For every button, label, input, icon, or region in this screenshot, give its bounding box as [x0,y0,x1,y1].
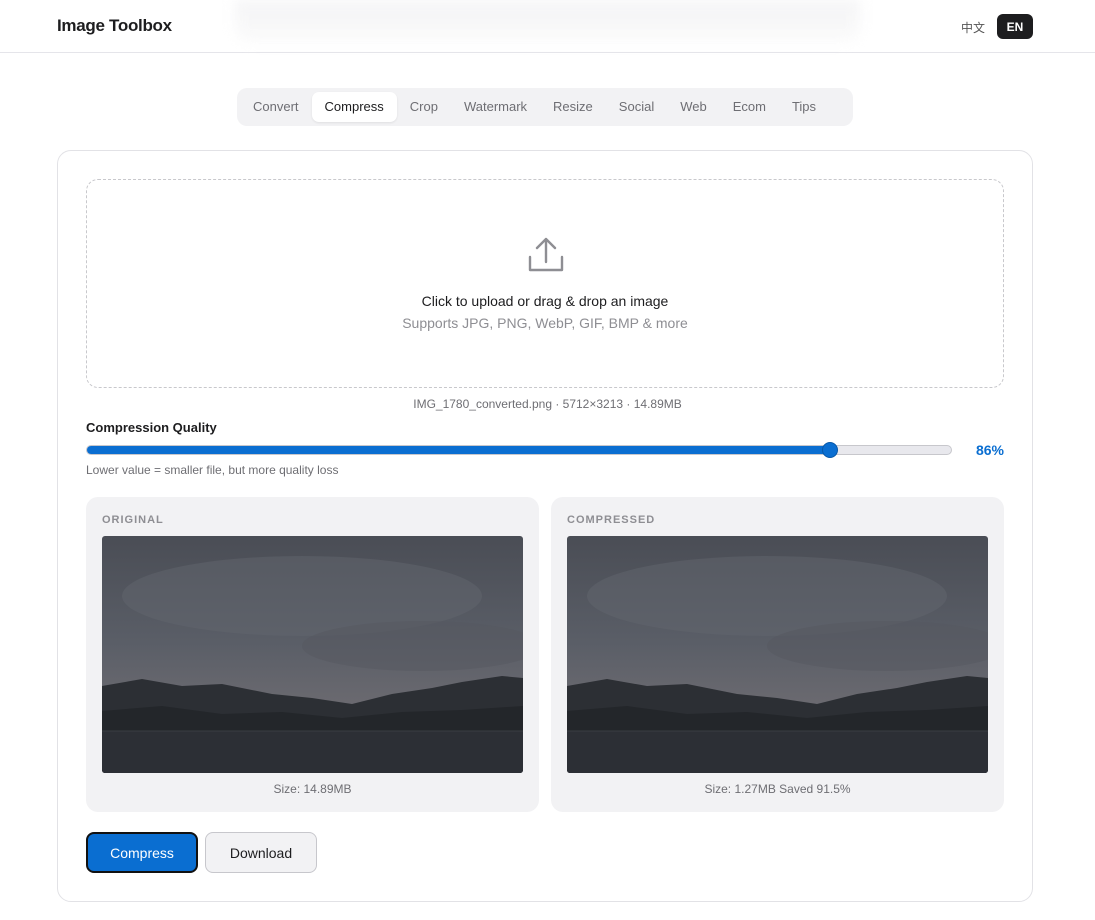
tab-social[interactable]: Social [606,92,667,122]
quality-value: 86% [975,442,1004,458]
tab-watermark[interactable]: Watermark [451,92,540,122]
original-panel: ORIGINAL Size: 14.89MB [86,497,539,812]
compressed-image [567,536,988,773]
upload-dropzone[interactable]: Click to upload or drag & drop an image … [86,179,1004,388]
file-info: IMG_1780_converted.png · 5712×3213 · 14.… [413,397,682,411]
app-title: Image Toolbox [57,16,172,35]
top-bar: Image Toolbox 中文 EN [0,0,1095,53]
tab-tips[interactable]: Tips [779,92,829,122]
tab-resize[interactable]: Resize [540,92,606,122]
upload-subtitle: Supports JPG, PNG, WebP, GIF, BMP & more [402,315,688,331]
quality-label: Compression Quality [86,420,217,435]
tab-compress[interactable]: Compress [311,92,397,122]
language-zh-button[interactable]: 中文 [961,19,985,36]
upload-icon [528,237,564,272]
tool-tabs: Convert Compress Crop Watermark Resize S… [237,88,853,126]
header-backdrop [235,0,860,42]
compressed-label: COMPRESSED [567,514,656,526]
quality-slider-thumb[interactable] [822,442,839,458]
quality-help-text: Lower value = smaller file, but more qua… [86,463,339,477]
tab-convert[interactable]: Convert [240,92,312,122]
quality-slider-fill [87,446,831,454]
original-label: ORIGINAL [102,514,164,526]
download-button[interactable]: Download [205,832,317,873]
tab-web[interactable]: Web [667,92,720,122]
original-image [102,536,523,773]
upload-title: Click to upload or drag & drop an image [421,293,669,309]
compressed-size: Size: 1.27MB Saved 91.5% [704,782,851,796]
compressed-panel: COMPRESSED Size: 1.27MB Saved 91.5% [551,497,1004,812]
tab-ecom[interactable]: Ecom [720,92,779,122]
language-en-button[interactable]: EN [997,14,1033,39]
quality-slider[interactable] [86,442,952,458]
original-size: Size: 14.89MB [273,782,352,796]
compress-button[interactable]: Compress [86,832,198,873]
tab-crop[interactable]: Crop [397,92,451,122]
